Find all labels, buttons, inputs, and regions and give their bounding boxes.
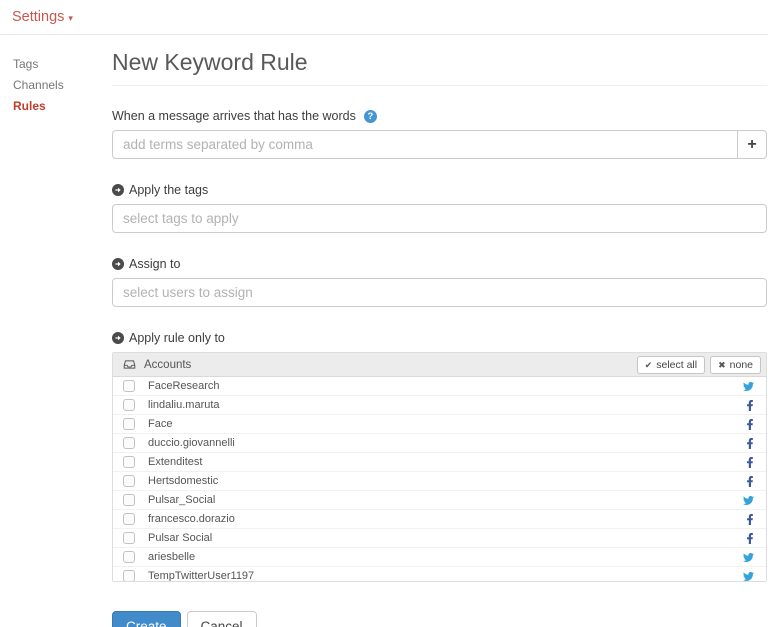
table-row: francesco.dorazio <box>113 510 766 529</box>
assign-section: Assign to <box>112 257 767 307</box>
main-content: New Keyword Rule When a message arrives … <box>112 35 768 627</box>
account-checkbox[interactable] <box>123 475 135 487</box>
account-name: Hertsdomestic <box>148 475 218 487</box>
cancel-button[interactable]: Cancel <box>187 611 257 627</box>
table-row: Hertsdomestic <box>113 472 766 491</box>
table-row: Pulsar Social <box>113 529 766 548</box>
tags-label: Apply the tags <box>112 183 767 197</box>
chevron-down-icon: ▾ <box>68 13 73 24</box>
sidebar-item-channels[interactable]: Channels <box>13 78 112 92</box>
assign-input[interactable] <box>112 278 767 307</box>
select-all-button[interactable]: ✔ select all <box>637 356 705 374</box>
sidebar-item-tags[interactable]: Tags <box>13 57 112 71</box>
create-button[interactable]: Create <box>112 611 181 627</box>
facebook-icon <box>746 419 754 430</box>
accounts-label: Apply rule only to <box>112 331 767 345</box>
account-name: FaceResearch <box>148 380 220 392</box>
twitter-icon <box>743 571 754 582</box>
account-checkbox[interactable] <box>123 494 135 506</box>
facebook-icon <box>746 476 754 487</box>
title-divider <box>112 85 767 86</box>
facebook-icon <box>746 400 754 411</box>
account-checkbox[interactable] <box>123 532 135 544</box>
accounts-table-body: FaceResearch lindaliu.maruta Face duccio.gi… <box>113 377 766 581</box>
check-icon: ✔ <box>645 359 653 371</box>
assign-label: Assign to <box>112 257 767 271</box>
table-row: duccio.giovannelli <box>113 434 766 453</box>
circle-arrow-icon <box>112 332 124 344</box>
account-name: Face <box>148 418 172 430</box>
table-row: Face <box>113 415 766 434</box>
add-term-button[interactable]: + <box>737 130 767 159</box>
account-name: lindaliu.maruta <box>148 399 220 411</box>
select-none-button[interactable]: ✖ none <box>710 356 761 374</box>
accounts-table: Accounts ✔ select all ✖ none FaceResearc… <box>112 352 767 582</box>
accounts-table-header: Accounts ✔ select all ✖ none <box>113 353 766 377</box>
accounts-header-label: Accounts <box>144 359 191 371</box>
account-name: ariesbelle <box>148 551 195 563</box>
form-actions: Create Cancel <box>112 611 767 627</box>
account-checkbox[interactable] <box>123 551 135 563</box>
help-icon[interactable]: ? <box>364 110 377 123</box>
account-name: francesco.dorazio <box>148 513 235 525</box>
account-name: Pulsar_Social <box>148 494 215 506</box>
account-checkbox[interactable] <box>123 399 135 411</box>
tags-input[interactable] <box>112 204 767 233</box>
circle-arrow-icon <box>112 184 124 196</box>
keywords-input[interactable] <box>112 130 738 159</box>
tags-section: Apply the tags <box>112 183 767 233</box>
sidebar-item-rules[interactable]: Rules <box>13 99 112 113</box>
twitter-icon <box>743 552 754 563</box>
account-name: Pulsar Social <box>148 532 212 544</box>
page-title: New Keyword Rule <box>112 49 767 76</box>
facebook-icon <box>746 457 754 468</box>
account-name: TempTwitterUser1197 <box>148 570 254 581</box>
account-checkbox[interactable] <box>123 418 135 430</box>
settings-menu-label: Settings <box>12 9 64 25</box>
twitter-icon <box>743 381 754 392</box>
account-checkbox[interactable] <box>123 380 135 392</box>
account-checkbox[interactable] <box>123 513 135 525</box>
accounts-section: Apply rule only to Accounts ✔ select <box>112 331 767 582</box>
table-row: TempTwitterUser1197 <box>113 567 766 581</box>
facebook-icon <box>746 533 754 544</box>
table-row: lindaliu.maruta <box>113 396 766 415</box>
table-row: Pulsar_Social <box>113 491 766 510</box>
x-icon: ✖ <box>718 359 726 371</box>
account-checkbox[interactable] <box>123 570 135 581</box>
topbar: Settings ▾ <box>0 0 768 35</box>
keywords-section: When a message arrives that has the word… <box>112 109 767 159</box>
facebook-icon <box>746 438 754 449</box>
twitter-icon <box>743 495 754 506</box>
table-row: ariesbelle <box>113 548 766 567</box>
account-checkbox[interactable] <box>123 437 135 449</box>
facebook-icon <box>746 514 754 525</box>
settings-sidebar: Tags Channels Rules <box>0 35 112 627</box>
account-name: Extenditest <box>148 456 202 468</box>
keywords-label: When a message arrives that has the word… <box>112 109 767 123</box>
inbox-icon <box>123 358 136 371</box>
settings-menu[interactable]: Settings ▾ <box>12 9 73 25</box>
table-row: FaceResearch <box>113 377 766 396</box>
table-row: Extenditest <box>113 453 766 472</box>
account-checkbox[interactable] <box>123 456 135 468</box>
circle-arrow-icon <box>112 258 124 270</box>
account-name: duccio.giovannelli <box>148 437 235 449</box>
